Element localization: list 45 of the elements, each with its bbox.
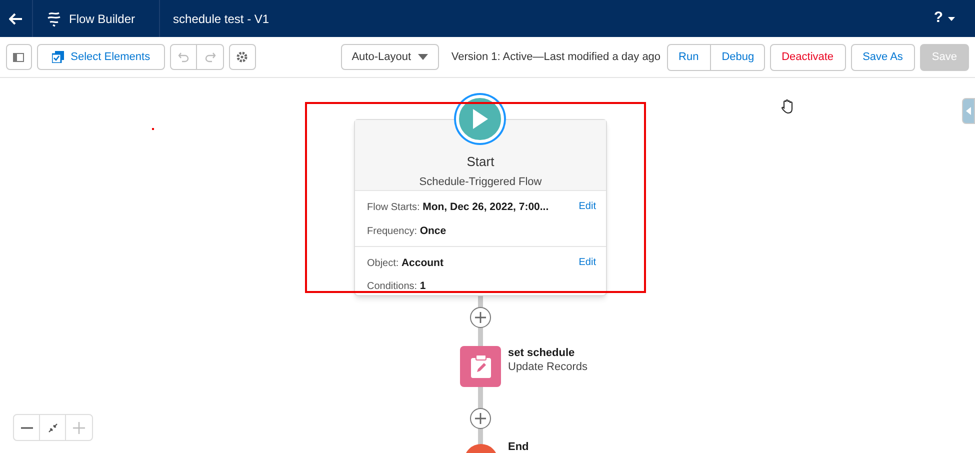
edit-link[interactable]: Edit <box>578 254 596 270</box>
app-name: Flow Builder <box>69 10 136 28</box>
toolbar-button[interactable]: Debug <box>710 44 764 70</box>
back-arrow-icon <box>9 12 23 24</box>
plus-icon <box>475 312 486 323</box>
card-field: Frequency: Once <box>367 224 446 240</box>
card-field: Conditions: 1 <box>367 279 426 295</box>
add-element-button[interactable] <box>470 408 491 429</box>
caret-icon <box>948 16 955 20</box>
help-button[interactable]: ? <box>934 7 955 30</box>
panel-icon <box>13 52 24 62</box>
undo-icon <box>178 52 190 62</box>
update-records-icon[interactable] <box>460 346 501 387</box>
element-type: Update Records <box>508 360 588 375</box>
settings-button[interactable] <box>229 44 256 70</box>
hand-cursor-icon <box>781 99 795 114</box>
plus-icon <box>475 413 486 424</box>
start-subtitle: Schedule-Triggered Flow <box>419 174 542 190</box>
clipboard-pencil-icon <box>470 354 492 378</box>
toolbar-button[interactable]: Run <box>668 44 710 70</box>
flow-title: schedule test - V1 <box>172 10 270 28</box>
toggle-panel-button[interactable] <box>6 44 32 70</box>
play-icon <box>472 109 488 129</box>
flow-logo-icon <box>47 10 61 26</box>
toolbar-button[interactable]: Deactivate <box>770 44 846 70</box>
toolbar-button[interactable]: Save As <box>850 44 915 70</box>
select-elements-button[interactable]: Select Elements <box>36 44 166 70</box>
edit-link[interactable]: Edit <box>578 199 596 214</box>
add-element-button[interactable] <box>470 307 491 328</box>
element-name: set schedule <box>508 346 575 361</box>
layout-dropdown[interactable]: Auto-Layout <box>340 44 440 70</box>
side-panel-toggle[interactable] <box>962 98 975 124</box>
start-title: Start <box>466 153 494 171</box>
version-status: Version 1: Active—Last modified a day ago <box>451 50 661 65</box>
caret-icon <box>418 54 428 60</box>
element-name: End <box>508 439 529 453</box>
card-field: Flow Starts: Mon, Dec 26, 2022, 7:00... <box>367 200 549 216</box>
checkbox-stack-icon <box>52 51 64 63</box>
minus-icon <box>20 426 32 428</box>
redo-icon <box>204 52 216 62</box>
collapse-arrows-icon <box>48 422 58 432</box>
caret-left-icon <box>966 107 971 115</box>
card-field: Object: Account <box>367 256 444 272</box>
plus-icon <box>73 422 85 434</box>
settings-icon <box>236 51 248 63</box>
